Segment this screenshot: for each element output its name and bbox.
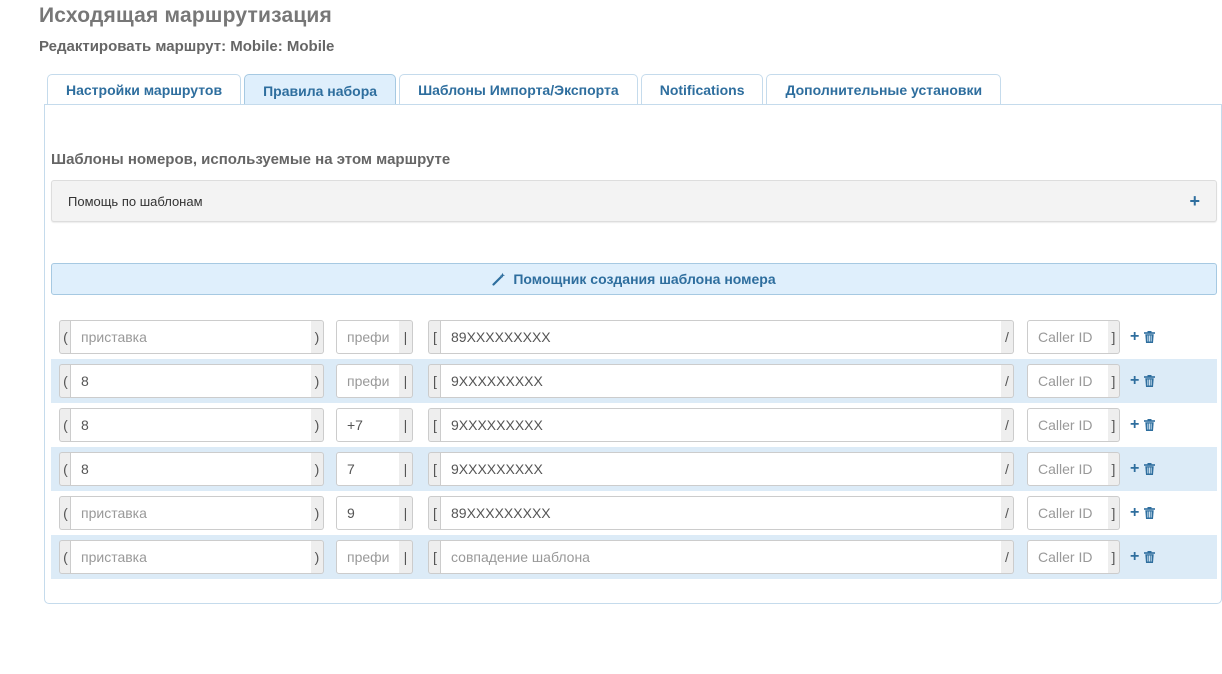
match-slash: / (1001, 320, 1014, 354)
add-row-plus-icon[interactable]: + (1130, 549, 1139, 565)
tab-additional-settings[interactable]: Дополнительные установки (766, 74, 1002, 105)
tab-import-export[interactable]: Шаблоны Импорта/Экспорта (399, 74, 638, 105)
prefix-input[interactable] (336, 452, 400, 486)
pattern-wizard-label: Помощник создания шаблона номера (513, 271, 776, 287)
callerid-close-bracket: ] (1108, 408, 1120, 442)
callerid-input[interactable] (1027, 496, 1109, 530)
delete-row-trash-icon[interactable] (1144, 463, 1156, 475)
add-row-plus-icon[interactable]: + (1130, 417, 1139, 433)
prefix-input[interactable] (336, 320, 400, 354)
tab-bar: Настройки маршрутов Правила набора Шабло… (47, 74, 1002, 106)
prepend-close-paren: ) (311, 496, 324, 530)
delete-row-trash-icon[interactable] (1144, 551, 1156, 563)
prepend-close-paren: ) (311, 364, 324, 398)
match-pattern-input[interactable] (440, 364, 1002, 398)
prefix-pipe: | (399, 452, 413, 486)
callerid-input[interactable] (1027, 320, 1109, 354)
row-actions: + (1130, 540, 1156, 574)
dial-pattern-row: ( ) | [ / ] + (51, 315, 1217, 359)
dial-pattern-row: ( ) | [ / ] + (51, 535, 1217, 579)
page-subtitle: Редактировать маршрут: Mobile: Mobile (39, 38, 335, 55)
add-row-plus-icon[interactable]: + (1130, 461, 1139, 477)
callerid-close-bracket: ] (1108, 540, 1120, 574)
delete-row-trash-icon[interactable] (1144, 507, 1156, 519)
prefix-input[interactable] (336, 496, 400, 530)
callerid-close-bracket: ] (1108, 364, 1120, 398)
delete-row-trash-icon[interactable] (1144, 331, 1156, 343)
prefix-input[interactable] (336, 540, 400, 574)
tab-dial-patterns[interactable]: Правила набора (244, 74, 397, 106)
row-actions: + (1130, 320, 1156, 354)
prefix-pipe: | (399, 496, 413, 530)
prefix-pipe: | (399, 540, 413, 574)
prefix-input[interactable] (336, 408, 400, 442)
section-heading: Шаблоны номеров, используемые на этом ма… (51, 151, 451, 168)
callerid-close-bracket: ] (1108, 496, 1120, 530)
callerid-input[interactable] (1027, 540, 1109, 574)
dial-pattern-row: ( ) | [ / ] + (51, 403, 1217, 447)
row-actions: + (1130, 364, 1156, 398)
add-row-plus-icon[interactable]: + (1130, 505, 1139, 521)
prepend-input[interactable] (70, 408, 312, 442)
pattern-help-label: Помощь по шаблонам (68, 193, 203, 209)
match-slash: / (1001, 496, 1014, 530)
pattern-help-toggle[interactable]: Помощь по шаблонам + (51, 180, 1217, 222)
match-pattern-input[interactable] (440, 452, 1002, 486)
match-slash: / (1001, 408, 1014, 442)
row-actions: + (1130, 452, 1156, 486)
add-row-plus-icon[interactable]: + (1130, 373, 1139, 389)
tab-notifications[interactable]: Notifications (640, 74, 764, 105)
prepend-close-paren: ) (311, 540, 324, 574)
magic-wand-icon (492, 272, 506, 286)
prefix-pipe: | (399, 364, 413, 398)
prepend-close-paren: ) (311, 452, 324, 486)
page-title: Исходящая маршрутизация (39, 4, 332, 27)
add-row-plus-icon[interactable]: + (1130, 329, 1139, 345)
prepend-input[interactable] (70, 364, 312, 398)
tab-panel: Шаблоны номеров, используемые на этом ма… (44, 104, 1222, 604)
callerid-input[interactable] (1027, 364, 1109, 398)
prepend-input[interactable] (70, 540, 312, 574)
match-pattern-input[interactable] (440, 408, 1002, 442)
delete-row-trash-icon[interactable] (1144, 375, 1156, 387)
callerid-input[interactable] (1027, 408, 1109, 442)
callerid-close-bracket: ] (1108, 320, 1120, 354)
prepend-input[interactable] (70, 496, 312, 530)
match-pattern-input[interactable] (440, 496, 1002, 530)
prepend-input[interactable] (70, 452, 312, 486)
row-actions: + (1130, 496, 1156, 530)
callerid-input[interactable] (1027, 452, 1109, 486)
match-pattern-input[interactable] (440, 540, 1002, 574)
expand-plus-icon[interactable]: + (1189, 192, 1200, 210)
match-slash: / (1001, 452, 1014, 486)
match-pattern-input[interactable] (440, 320, 1002, 354)
prepend-close-paren: ) (311, 320, 324, 354)
dial-pattern-row: ( ) | [ / ] + (51, 359, 1217, 403)
prefix-pipe: | (399, 408, 413, 442)
row-actions: + (1130, 408, 1156, 442)
callerid-close-bracket: ] (1108, 452, 1120, 486)
dial-pattern-list: ( ) | [ / ] + ( ) (51, 315, 1217, 579)
pattern-wizard-button[interactable]: Помощник создания шаблона номера (51, 263, 1217, 295)
prefix-pipe: | (399, 320, 413, 354)
prefix-input[interactable] (336, 364, 400, 398)
delete-row-trash-icon[interactable] (1144, 419, 1156, 431)
prepend-close-paren: ) (311, 408, 324, 442)
tab-route-settings[interactable]: Настройки маршрутов (47, 74, 242, 105)
dial-pattern-row: ( ) | [ / ] + (51, 491, 1217, 535)
prepend-input[interactable] (70, 320, 312, 354)
match-slash: / (1001, 540, 1014, 574)
dial-pattern-row: ( ) | [ / ] + (51, 447, 1217, 491)
match-slash: / (1001, 364, 1014, 398)
